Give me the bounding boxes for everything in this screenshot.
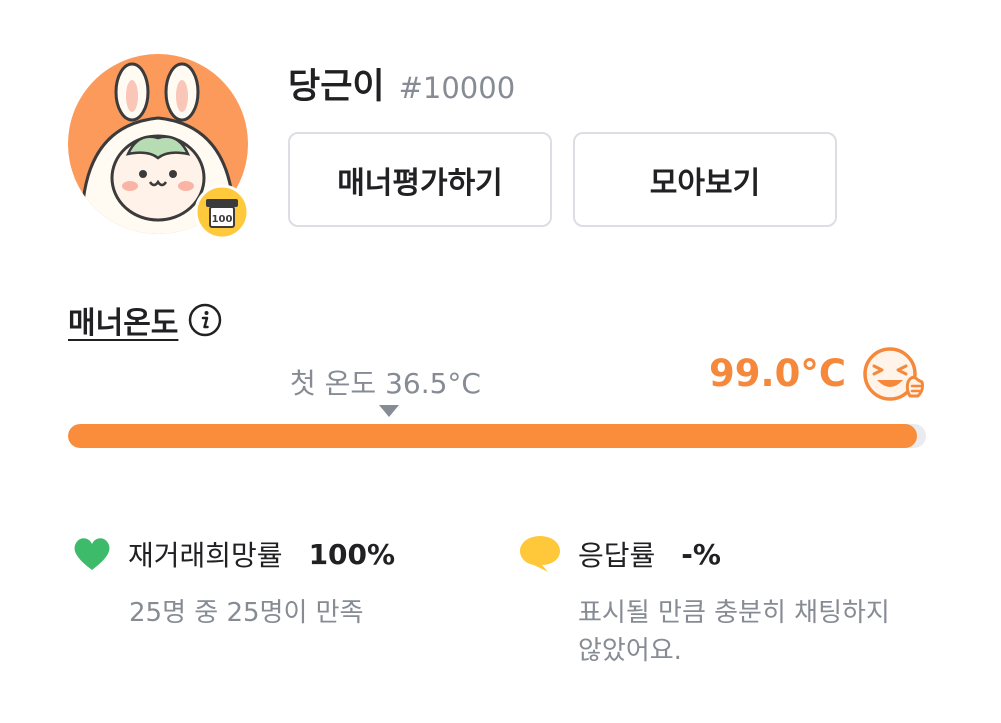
first-temperature-label: 첫 온도 36.5°C (290, 367, 481, 400)
manner-temperature-link[interactable]: 매너온도 (68, 298, 178, 342)
chat-bubble-icon (520, 536, 560, 572)
manner-temperature-header: 매너온도 (68, 298, 222, 342)
laughing-face-icon (863, 347, 924, 401)
user-id: #10000 (398, 71, 516, 105)
nickname: 당근이 (288, 67, 385, 107)
manner-badge-icon: 100 (194, 184, 250, 240)
collect-button[interactable]: 모아보기 (573, 132, 837, 227)
current-temperature: 99.0°C (709, 352, 846, 395)
retrade-rate-value: 100% (308, 537, 396, 571)
retrade-rate-stat: 재거래희망률 100% 25명 중 25명이 만족 (72, 534, 395, 632)
first-temperature-marker-icon (379, 405, 399, 417)
info-icon[interactable] (188, 303, 222, 337)
response-rate-label: 응답률 (578, 539, 656, 572)
response-rate-value: -% (681, 537, 721, 571)
rate-manner-button[interactable]: 매너평가하기 (288, 132, 552, 227)
response-rate-desc: 표시될 만큼 충분히 채팅하지 않았어요. (578, 598, 890, 666)
profile-name-row: 당근이 #10000 (288, 58, 515, 109)
manner-temperature-bar (68, 424, 926, 448)
retrade-rate-label: 재거래희망률 (128, 539, 283, 572)
heart-icon (74, 538, 110, 570)
profile-avatar[interactable]: 100 (68, 54, 250, 240)
manner-temperature-fill (68, 424, 918, 448)
retrade-rate-desc: 25명 중 25명이 만족 (129, 598, 364, 628)
badge-text: 100 (212, 214, 233, 225)
response-rate-stat: 응답률 -% 표시될 만큼 충분히 채팅하지 않았어요. (518, 534, 908, 670)
